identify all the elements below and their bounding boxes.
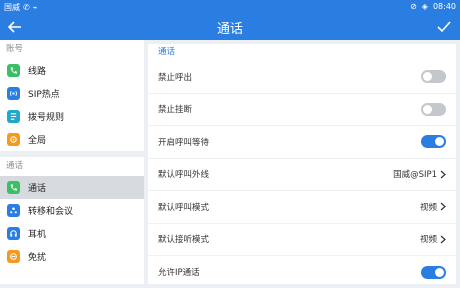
hotspot-icon [7, 87, 20, 100]
phone-icon [7, 181, 20, 194]
sidebar-item-label: 通话 [28, 184, 47, 194]
setting-row-default-answer-mode[interactable]: 默认接听模式 视频 [148, 224, 456, 256]
confirm-button[interactable] [436, 18, 452, 36]
default-answer-mode-value[interactable]: 视频 [420, 233, 446, 245]
panel-heading: 通话 [158, 47, 176, 57]
status-bar: 国威 ✆ ⌁ ⊘ ◈ 08:40 [0, 0, 460, 14]
setting-row-disable-hangup: 禁止挂断 [148, 94, 456, 126]
toggle-knob [423, 72, 432, 82]
settings-panel: 通话 禁止呼出 禁止挂断 开启呼叫等待 默认呼叫外线 国威@SIP1 默认呼叫模… [148, 44, 456, 284]
setting-label: 开启呼叫等待 [158, 137, 210, 148]
bottom-strip [0, 284, 460, 288]
disable-hangup-toggle[interactable] [421, 102, 446, 116]
chevron-right-icon [440, 235, 446, 244]
setting-label: 默认呼叫外线 [158, 170, 210, 181]
dialpad-icon [7, 110, 20, 123]
setting-value: 视频 [419, 202, 437, 213]
transfer-icon [7, 204, 20, 217]
setting-value: 国威@SIP1 [393, 170, 437, 181]
check-icon [437, 21, 451, 33]
app-bar: 通话 [0, 14, 460, 40]
sidebar-item-label: 免扰 [28, 253, 47, 263]
sidebar-item-global[interactable]: 全局 [0, 128, 144, 151]
mute-icon: ⊘ [410, 2, 417, 11]
sidebar-item-label: 全局 [28, 136, 47, 146]
setting-value: 视频 [419, 235, 437, 246]
sidebar-item-call[interactable]: 通话 [0, 176, 144, 199]
disable-outgoing-toggle[interactable] [421, 70, 446, 84]
section-title-account: 账号 [0, 40, 144, 59]
sidebar: 账号 线路 SIP热点 拨号规则 全局 通话 通话 转移和会议 耳机 免扰 [0, 40, 144, 288]
page-title: 通话 [216, 22, 243, 37]
do-not-disturb-icon [7, 250, 20, 263]
setting-row-disable-outgoing: 禁止呼出 [148, 61, 456, 94]
call-waiting-toggle[interactable] [421, 135, 446, 149]
sidebar-item-label: 耳机 [28, 230, 47, 240]
toggle-knob [435, 267, 444, 277]
setting-row-default-line[interactable]: 默认呼叫外线 国威@SIP1 [148, 159, 456, 191]
call-icon: ✆ [23, 3, 30, 12]
setting-label: 禁止挂断 [158, 105, 193, 116]
allow-ip-call-toggle[interactable] [421, 265, 446, 279]
section-title-call: 通话 [0, 157, 144, 176]
sidebar-item-headset[interactable]: 耳机 [0, 222, 144, 245]
phone-icon [7, 64, 20, 77]
toggle-knob [423, 104, 432, 114]
clock: 08:40 [432, 2, 456, 11]
sidebar-item-label: 转移和会议 [28, 207, 74, 217]
sidebar-item-dial-rules[interactable]: 拨号规则 [0, 105, 144, 128]
setting-label: 禁止呼出 [158, 72, 193, 83]
setting-label: 允许IP通话 [158, 268, 200, 279]
sidebar-item-line[interactable]: 线路 [0, 59, 144, 82]
sidebar-item-transfer-conference[interactable]: 转移和会议 [0, 199, 144, 222]
gear-icon [7, 133, 20, 146]
sidebar-item-label: 拨号规则 [28, 113, 65, 123]
setting-label: 默认接听模式 [158, 235, 210, 246]
sidebar-item-sip-hotspot[interactable]: SIP热点 [0, 82, 144, 105]
sidebar-item-dnd[interactable]: 免扰 [0, 245, 144, 268]
sidebar-item-label: 线路 [28, 67, 47, 77]
headset-icon [7, 227, 20, 240]
sidebar-item-label: SIP热点 [28, 90, 60, 100]
default-line-value[interactable]: 国威@SIP1 [393, 168, 446, 180]
setting-row-call-waiting: 开启呼叫等待 [148, 126, 456, 159]
setting-label: 默认呼叫模式 [158, 202, 210, 213]
usb-icon: ⌁ [32, 3, 38, 12]
chevron-right-icon [440, 202, 446, 211]
toggle-knob [435, 137, 444, 147]
chevron-right-icon [440, 170, 446, 179]
default-call-mode-value[interactable]: 视频 [420, 201, 446, 213]
setting-row-default-call-mode[interactable]: 默认呼叫模式 视频 [148, 191, 456, 224]
network-icon: ◈ [421, 2, 428, 11]
carrier-label: 国威 [4, 3, 20, 12]
